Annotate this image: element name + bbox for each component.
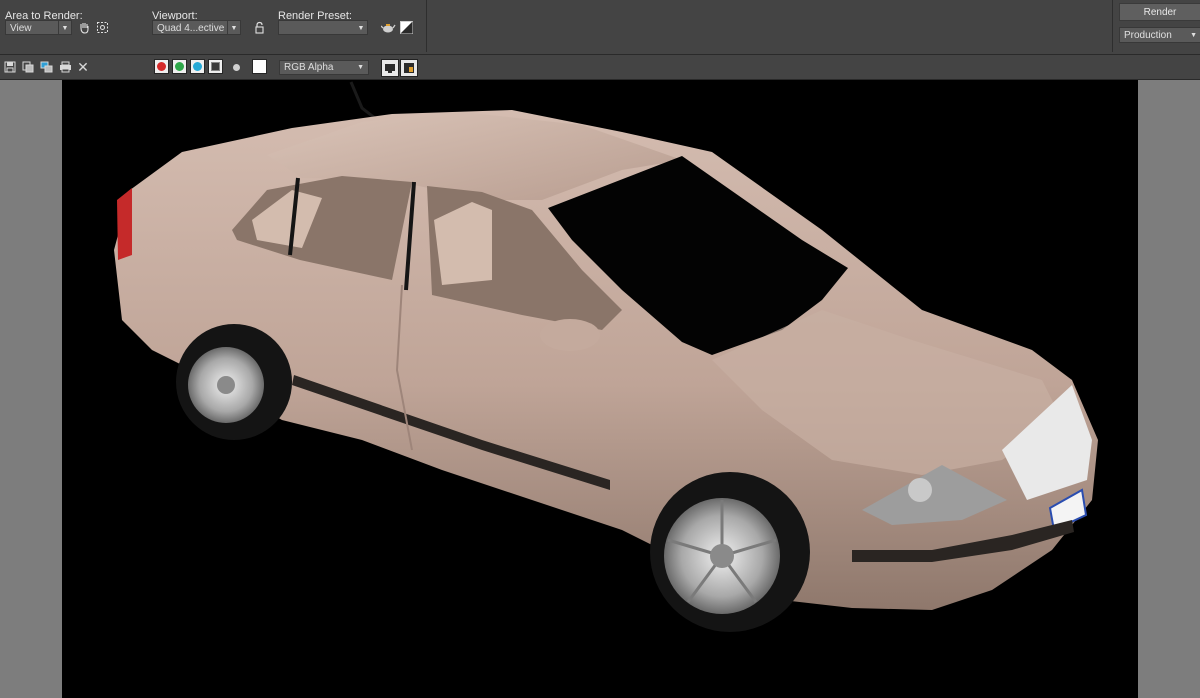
green-channel-icon — [175, 62, 184, 71]
red-channel-icon — [157, 62, 166, 71]
region-select-icon[interactable] — [94, 20, 110, 35]
monochrome-icon[interactable] — [229, 60, 243, 74]
alpha-channel-toggle[interactable] — [208, 59, 223, 74]
display-toggle-icon[interactable] — [381, 59, 399, 77]
chevron-down-icon: ▼ — [227, 21, 240, 34]
viewport-dropdown[interactable]: Quad 4...ective ▼ — [152, 20, 241, 35]
blue-channel-toggle[interactable] — [190, 59, 205, 74]
render-frame-topbar: Area to Render: View ▼ Viewport: Quad 4.… — [0, 0, 1200, 55]
channel-display-dropdown[interactable]: RGB Alpha ▼ — [279, 60, 369, 75]
teapot-render-icon[interactable] — [380, 20, 396, 35]
render-button[interactable]: Render — [1119, 3, 1200, 21]
close-icon[interactable]: ✕ — [76, 59, 90, 75]
save-icon[interactable] — [3, 60, 17, 74]
red-channel-toggle[interactable] — [154, 59, 169, 74]
headlight-lens — [908, 478, 932, 502]
chevron-down-icon: ▼ — [357, 64, 364, 71]
clone-window-icon[interactable] — [39, 60, 53, 74]
copy-icon[interactable] — [21, 60, 35, 74]
render-settings-panel: Area to Render: View ▼ Viewport: Quad 4.… — [0, 0, 427, 52]
front-wheel-hub — [710, 544, 734, 568]
rendered-image — [62, 80, 1138, 698]
render-mode-dropdown[interactable]: Production ▼ — [1119, 27, 1200, 43]
info-panel-icon[interactable] — [400, 59, 418, 77]
chevron-down-icon: ▼ — [1190, 32, 1197, 39]
render-action-panel: Render Production ▼ — [1112, 0, 1200, 52]
chevron-down-icon: ▼ — [357, 25, 365, 32]
blue-channel-icon — [193, 62, 202, 71]
hand-pan-icon[interactable] — [76, 20, 92, 35]
alpha-channel-icon — [211, 62, 220, 71]
lock-icon[interactable] — [251, 20, 267, 35]
background-color-swatch[interactable] — [252, 59, 267, 74]
chevron-down-icon: ▼ — [58, 21, 71, 34]
print-icon[interactable] — [58, 60, 72, 74]
render-preset-dropdown[interactable]: ▼ — [278, 20, 368, 35]
area-to-render-dropdown[interactable]: View ▼ — [5, 20, 72, 35]
tail-light — [117, 188, 132, 260]
car-render — [114, 81, 1098, 632]
green-channel-toggle[interactable] — [172, 59, 187, 74]
antenna — [349, 81, 381, 124]
exposure-icon[interactable] — [398, 20, 414, 35]
rear-wheel-hub — [217, 376, 235, 394]
frame-buffer-toolbar: ✕ RGB Alpha ▼ — [0, 55, 1200, 80]
render-view-area — [0, 80, 1200, 698]
side-mirror — [540, 319, 600, 351]
